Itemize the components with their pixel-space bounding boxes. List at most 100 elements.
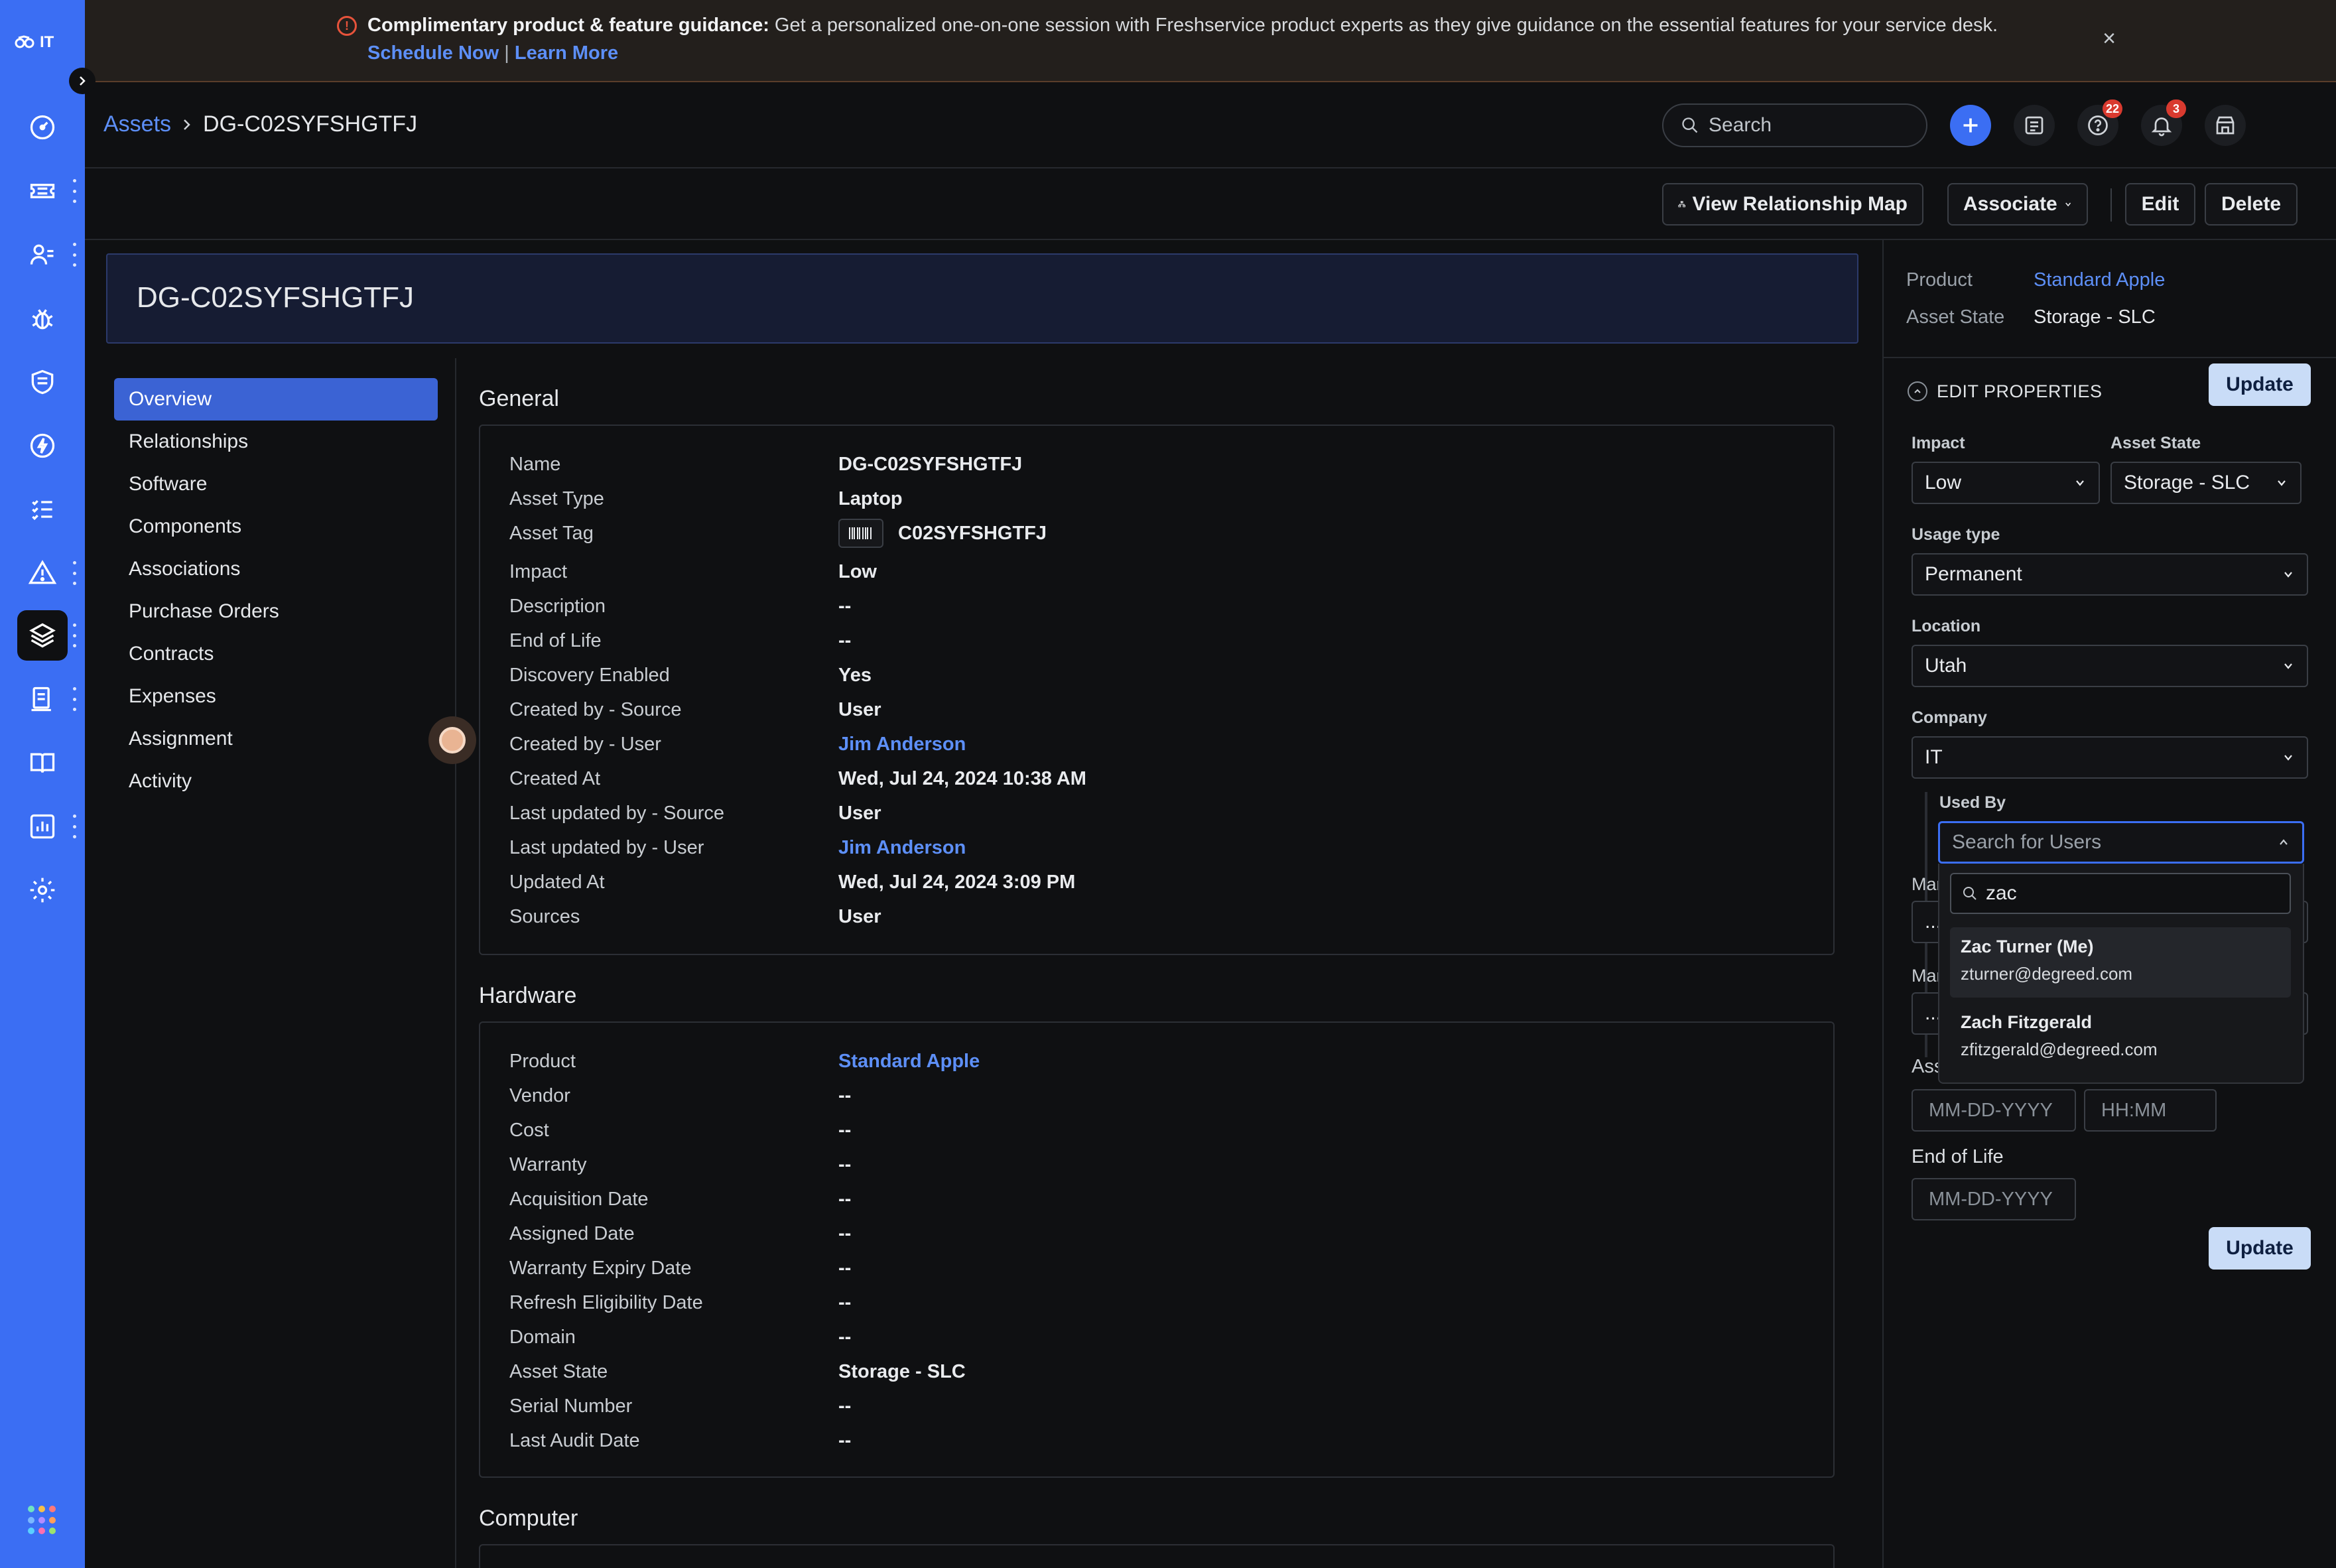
edit-button[interactable]: Edit <box>2125 183 2195 226</box>
nav-software[interactable]: Software <box>114 463 438 505</box>
contacts-icon[interactable] <box>17 229 68 280</box>
asset-title-card: DG-C02SYFSHGTFJ <box>106 253 1858 344</box>
assets-menu-icon[interactable] <box>70 623 78 647</box>
help-button[interactable]: 22 <box>2077 99 2122 146</box>
projects-menu-icon[interactable] <box>70 687 78 711</box>
update-button-top[interactable]: Update <box>2209 363 2311 406</box>
impact-select[interactable]: Low <box>1912 462 2100 504</box>
nav-activity[interactable]: Activity <box>114 760 438 803</box>
edit-properties-toggle[interactable]: EDIT PROPERTIES <box>1908 373 2103 410</box>
alerts-menu-icon[interactable] <box>70 561 78 585</box>
nav-associations[interactable]: Associations <box>114 548 438 590</box>
user-option[interactable]: Zach Fitzgerald zfitzgerald@degreed.com <box>1950 1003 2291 1073</box>
summary-product-label: Product <box>1906 269 1973 291</box>
help-icon <box>2088 115 2108 135</box>
reports-menu-icon[interactable] <box>70 815 78 838</box>
tickets-menu-icon[interactable] <box>70 179 78 203</box>
assigned-on-date-input[interactable]: MM-DD-YYYY <box>1912 1089 2076 1132</box>
banner-links: Schedule Now | Learn More <box>367 42 618 64</box>
releases-bolt-icon[interactable] <box>17 421 68 471</box>
used-by-select[interactable]: Search for Users <box>1938 821 2304 864</box>
associate-label: Associate <box>1963 193 2057 215</box>
new-item-button[interactable] <box>1950 105 1991 146</box>
nav-expenses[interactable]: Expenses <box>114 675 438 718</box>
projects-document-icon[interactable] <box>17 674 68 724</box>
nav-assignment[interactable]: Assignment <box>114 718 438 760</box>
nav-contracts[interactable]: Contracts <box>114 633 438 675</box>
dashboard-icon[interactable] <box>17 102 68 153</box>
field-label: Assigned Date <box>509 1222 635 1244</box>
breadcrumb-assets-link[interactable]: Assets <box>103 111 171 137</box>
global-search-input[interactable]: Search <box>1662 103 1927 147</box>
solutions-book-icon[interactable] <box>17 738 68 788</box>
service-catalog-button[interactable] <box>2014 105 2055 146</box>
changes-shield-icon[interactable] <box>17 357 68 407</box>
workspace-button[interactable] <box>2205 105 2246 146</box>
chevron-down-icon <box>2076 480 2084 486</box>
learn-more-link[interactable]: Learn More <box>515 42 618 64</box>
field-value: User <box>838 905 881 927</box>
field-label: Impact <box>509 560 568 582</box>
nav-purchase-orders[interactable]: Purchase Orders <box>114 590 438 633</box>
search-icon <box>1682 117 1698 133</box>
contacts-menu-icon[interactable] <box>70 243 78 267</box>
tasks-list-icon[interactable] <box>17 484 68 535</box>
hardware-row-warranty-expiry: Warranty Expiry Date -- <box>509 1251 1809 1285</box>
chevron-down-icon <box>2278 480 2286 486</box>
field-label: Domain <box>509 1326 576 1348</box>
chevron-down-icon <box>2284 755 2292 761</box>
general-row-sources: Sources User <box>509 899 1809 934</box>
field-value: -- <box>838 1222 852 1244</box>
associate-button[interactable]: Associate <box>1947 183 2088 226</box>
assets-layers-icon[interactable] <box>17 610 68 661</box>
schedule-now-link[interactable]: Schedule Now <box>367 42 499 64</box>
view-relationship-map-button[interactable]: View Relationship Map <box>1662 183 1923 226</box>
created-by-user-link[interactable]: Jim Anderson <box>838 734 966 755</box>
hardware-row-assigned-date: Assigned Date -- <box>509 1216 1809 1251</box>
brand-logo[interactable]: IT <box>15 29 74 56</box>
search-placeholder: Search <box>1709 114 1772 136</box>
apps-grid-icon[interactable] <box>28 1506 57 1535</box>
tickets-icon[interactable] <box>17 166 68 216</box>
user-option[interactable]: Zac Turner (Me) zturner@degreed.com <box>1950 927 2291 998</box>
usage-type-select[interactable]: Permanent <box>1912 553 2308 596</box>
nav-components[interactable]: Components <box>114 505 438 548</box>
panel-resize-handle[interactable] <box>428 716 476 764</box>
asset-state-select[interactable]: Storage - SLC <box>2110 462 2302 504</box>
summary-product-link[interactable]: Standard Apple <box>2034 269 2165 291</box>
nav-overview[interactable]: Overview <box>114 378 438 421</box>
delete-button[interactable]: Delete <box>2205 183 2298 226</box>
user-search-input[interactable]: zac <box>1950 873 2291 914</box>
field-label: Last Audit Date <box>509 1429 640 1451</box>
problems-bug-icon[interactable] <box>17 293 68 344</box>
plus-icon <box>1963 118 1978 133</box>
chevron-up-icon <box>1908 381 1927 401</box>
used-by-placeholder: Search for Users <box>1952 831 2102 853</box>
admin-gear-icon[interactable] <box>17 865 68 915</box>
product-link[interactable]: Standard Apple <box>838 1051 980 1073</box>
field-label: Name <box>509 453 561 475</box>
usage-type-label: Usage type <box>1912 525 2000 544</box>
company-select[interactable]: IT <box>1912 736 2308 779</box>
hardware-row-domain: Domain -- <box>509 1320 1809 1354</box>
general-row-created-at: Created At Wed, Jul 24, 2024 10:38 AM <box>509 761 1809 796</box>
update-button-bottom[interactable]: Update <box>2209 1227 2311 1270</box>
nav-relationships[interactable]: Relationships <box>114 421 438 463</box>
general-row-discovery: Discovery Enabled Yes <box>509 658 1809 692</box>
hardware-section-title: Hardware <box>479 983 577 1008</box>
updated-by-user-link[interactable]: Jim Anderson <box>838 837 966 859</box>
end-of-life-date-input[interactable]: MM-DD-YYYY <box>1912 1178 2076 1220</box>
notifications-button[interactable]: 3 <box>2141 99 2186 146</box>
rail-expand-button[interactable] <box>69 68 96 94</box>
asset-toolbar: View Relationship Map Associate Edit Del… <box>85 170 2336 240</box>
field-value: -- <box>838 1084 852 1106</box>
barcode-icon[interactable] <box>838 519 883 548</box>
brand-label: IT <box>40 33 54 51</box>
usage-type-value: Permanent <box>1925 563 2022 585</box>
banner-close-icon[interactable]: × <box>2099 27 2120 50</box>
location-select[interactable]: Utah <box>1912 645 2308 687</box>
assigned-on-time-input[interactable]: HH:MM <box>2084 1089 2217 1132</box>
location-value: Utah <box>1925 655 1967 677</box>
alerts-warning-icon[interactable] <box>17 548 68 598</box>
reports-chart-icon[interactable] <box>17 801 68 852</box>
